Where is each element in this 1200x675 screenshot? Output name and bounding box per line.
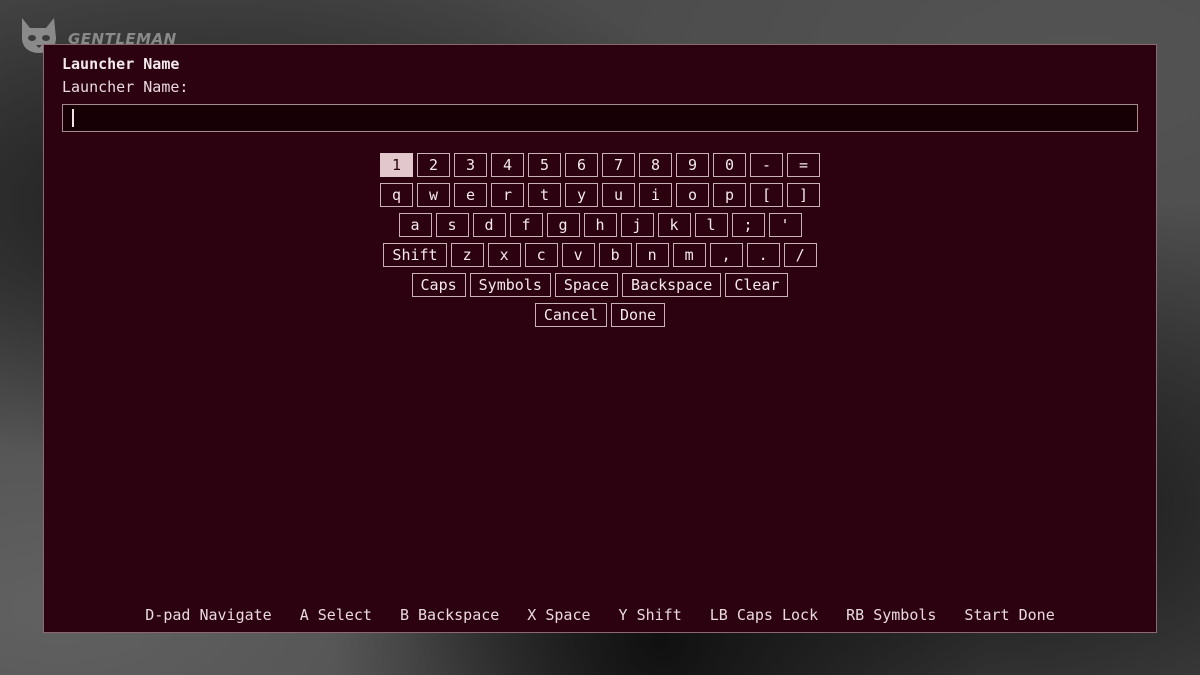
hint-y-shift: Y Shift <box>618 606 682 624</box>
hint-a-select: A Select <box>299 606 372 624</box>
key-u[interactable]: u <box>602 183 635 207</box>
keyboard-row-functions: Caps Symbols Space Backspace Clear <box>44 273 1156 297</box>
key-equals[interactable]: = <box>787 153 820 177</box>
key-s[interactable]: s <box>435 213 469 237</box>
key-i[interactable]: i <box>639 183 672 207</box>
key-q[interactable]: q <box>380 183 413 207</box>
hint-lb-caps-lock: LB Caps Lock <box>709 606 819 624</box>
key-j[interactable]: j <box>620 213 654 237</box>
on-screen-keyboard: 1 2 3 4 5 6 7 8 9 0- = q w e r t y u i o p[] a s d f g h j k l; ' Sh… <box>44 153 1156 333</box>
key-w[interactable]: w <box>417 183 450 207</box>
key-p[interactable]: p <box>713 183 746 207</box>
key-4[interactable]: 4 <box>491 153 524 177</box>
launcher-name-input[interactable] <box>62 104 1138 132</box>
key-2[interactable]: 2 <box>417 153 450 177</box>
text-caret <box>72 109 74 127</box>
name-dialog: Launcher Name Launcher Name: 1234567890-… <box>43 44 1157 633</box>
hint-start-done: Start Done <box>964 606 1055 624</box>
key-x[interactable]: x <box>487 243 521 267</box>
key-f[interactable]: f <box>509 213 543 237</box>
key-caps[interactable]: Caps <box>411 273 466 297</box>
key-right-bracket[interactable]: ] <box>787 183 820 207</box>
key-backspace[interactable]: Backspace <box>622 273 722 297</box>
key-shift[interactable]: Shift <box>383 243 447 267</box>
key-3[interactable]: 3 <box>454 153 487 177</box>
hint-rb-symbols: RB Symbols <box>846 606 937 624</box>
dialog-title: Launcher Name <box>62 55 180 73</box>
key-b[interactable]: b <box>598 243 632 267</box>
key-slash[interactable]: / <box>783 243 817 267</box>
key-apostrophe[interactable]: ' <box>768 213 802 237</box>
keyboard-row-actions: Cancel Done <box>44 303 1156 327</box>
keyboard-row-home: a s d f g h j k l; ' <box>44 213 1156 237</box>
key-8[interactable]: 8 <box>639 153 672 177</box>
keyboard-row-numbers: 1 2 3 4 5 6 7 8 9 0- = <box>44 153 1156 177</box>
key-1[interactable]: 1 <box>380 153 413 177</box>
key-h[interactable]: h <box>583 213 617 237</box>
key-comma[interactable]: , <box>709 243 743 267</box>
key-done[interactable]: Done <box>611 303 666 327</box>
key-symbols[interactable]: Symbols <box>469 273 551 297</box>
key-m[interactable]: m <box>672 243 706 267</box>
key-o[interactable]: o <box>676 183 709 207</box>
key-e[interactable]: e <box>454 183 487 207</box>
key-v[interactable]: v <box>561 243 595 267</box>
hint-b-backspace: B Backspace <box>399 606 500 624</box>
keyboard-row-shift: Shift z x c v b n m,. / <box>44 243 1156 267</box>
key-clear[interactable]: Clear <box>725 273 789 297</box>
key-g[interactable]: g <box>546 213 580 237</box>
key-z[interactable]: z <box>450 243 484 267</box>
hint-d-pad-navigate: D-pad Navigate <box>145 606 272 624</box>
key-semicolon[interactable]: ; <box>731 213 765 237</box>
key-5[interactable]: 5 <box>528 153 561 177</box>
field-label: Launcher Name: <box>62 78 189 96</box>
key-minus[interactable]: - <box>750 153 783 177</box>
key-y[interactable]: y <box>565 183 598 207</box>
key-7[interactable]: 7 <box>602 153 635 177</box>
key-6[interactable]: 6 <box>565 153 598 177</box>
key-space[interactable]: Space <box>554 273 619 297</box>
keyboard-row-qwerty: q w e r t y u i o p[] <box>44 183 1156 207</box>
key-c[interactable]: c <box>524 243 558 267</box>
key-k[interactable]: k <box>657 213 691 237</box>
key-period[interactable]: . <box>746 243 780 267</box>
key-cancel[interactable]: Cancel <box>534 303 608 327</box>
controller-hints: D-pad Navigate A Select B Backspace X Space… <box>44 606 1156 624</box>
key-t[interactable]: t <box>528 183 561 207</box>
key-l[interactable]: l <box>694 213 728 237</box>
key-0[interactable]: 0 <box>713 153 746 177</box>
key-9[interactable]: 9 <box>676 153 709 177</box>
key-n[interactable]: n <box>635 243 669 267</box>
key-r[interactable]: r <box>491 183 524 207</box>
hint-x-space: X Space <box>527 606 591 624</box>
key-a[interactable]: a <box>398 213 432 237</box>
key-left-bracket[interactable]: [ <box>750 183 783 207</box>
key-d[interactable]: d <box>472 213 506 237</box>
